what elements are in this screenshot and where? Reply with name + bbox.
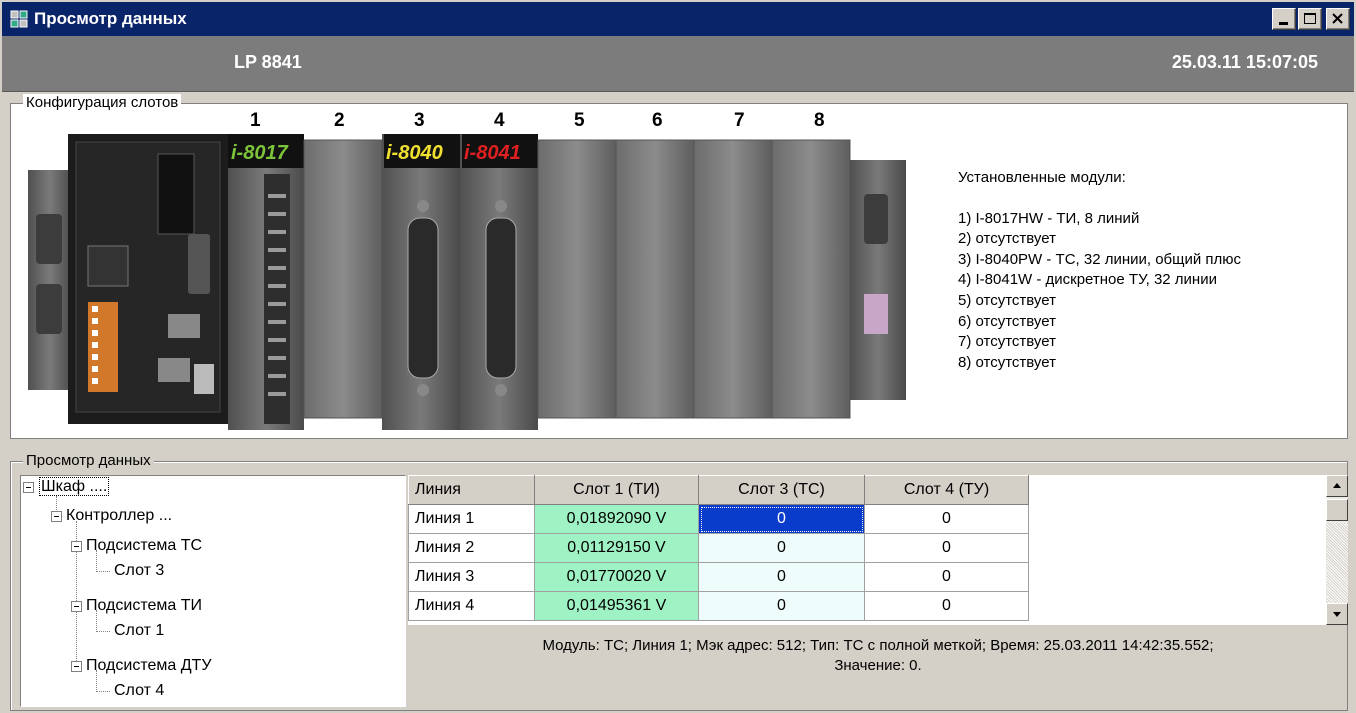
slot4-value-cell[interactable]: 0	[864, 504, 1029, 534]
subsystem-ti-collapse-icon[interactable]	[71, 601, 82, 612]
slot-number-8: 8	[814, 110, 825, 131]
tree-item-subsystem-ti[interactable]: Подсистема ТИ	[85, 597, 203, 615]
line-name-cell[interactable]: Линия 1	[408, 504, 535, 534]
controller-collapse-icon[interactable]	[51, 511, 62, 522]
grid-vertical-scrollbar[interactable]	[1326, 475, 1348, 625]
grid-header-row: Линия Слот 1 (ТИ) Слот 3 (ТС) Слот 4 (ТУ…	[408, 475, 1029, 505]
slot-number-2: 2	[334, 110, 345, 131]
slot-number-6: 6	[652, 110, 663, 131]
table-row: Линия 4 0,01495361 V 0 0	[408, 591, 1029, 621]
slot-number-3: 3	[414, 110, 425, 131]
installed-module-item: 1) I-8017HW - ТИ, 8 линий	[958, 209, 1140, 227]
current-datetime: 25.03.11 15:07:05	[1171, 52, 1318, 72]
line-name-cell[interactable]: Линия 4	[408, 591, 535, 621]
close-button[interactable]	[1326, 8, 1350, 30]
data-grid[interactable]: Линия Слот 1 (ТИ) Слот 3 (ТС) Слот 4 (ТУ…	[408, 475, 1029, 621]
slot-number-7: 7	[734, 110, 745, 131]
scroll-track[interactable]	[1326, 523, 1348, 603]
data-view-legend: Просмотр данных	[23, 452, 154, 469]
selected-item-details: Модуль: ТС; Линия 1; Мэк адрес: 512; Тип…	[408, 628, 1348, 708]
column-header-slot3[interactable]: Слот 3 (ТС)	[698, 475, 865, 505]
slot3-value-cell[interactable]: 0	[698, 562, 865, 592]
subsystem-tc-collapse-icon[interactable]	[71, 541, 82, 552]
tree-item-slot1[interactable]: Слот 1	[113, 622, 165, 640]
module-label-slot3: i-8040	[386, 142, 443, 164]
table-row: Линия 3 0,01770020 V 0 0	[408, 562, 1029, 592]
arrow-up-icon	[1333, 483, 1341, 488]
slot-number-5: 5	[574, 110, 585, 131]
window-title: Просмотр данных	[34, 9, 187, 28]
close-icon	[1332, 13, 1343, 24]
slot1-value-cell[interactable]: 0,01129150 V	[534, 533, 699, 563]
slot1-value-cell[interactable]: 0,01770020 V	[534, 562, 699, 592]
device-header: LP 8841 25.03.11 15:07:05	[2, 36, 1354, 92]
line-name-cell[interactable]: Линия 3	[408, 562, 535, 592]
installed-module-item: 6) отсутствует	[958, 312, 1056, 330]
data-grid-area: Линия Слот 1 (ТИ) Слот 3 (ТС) Слот 4 (ТУ…	[408, 475, 1348, 625]
scroll-down-button[interactable]	[1326, 603, 1348, 625]
slot4-value-cell[interactable]: 0	[864, 533, 1029, 563]
installed-module-item: 8) отсутствует	[958, 353, 1056, 371]
controller-rack-image: i-8017 i-8040 i-8041	[28, 134, 906, 430]
tree-item-slot3[interactable]: Слот 3	[113, 562, 165, 580]
tree-item-controller[interactable]: Контроллер ...	[65, 507, 173, 525]
slot-configuration-legend: Конфигурация слотов	[23, 94, 182, 111]
details-line-2: Значение: 0.	[834, 657, 922, 674]
maximize-button[interactable]	[1298, 8, 1322, 30]
line-name-cell[interactable]: Линия 2	[408, 533, 535, 563]
installed-modules-list: Установленные модули: 1) I-8017HW - ТИ, …	[958, 168, 1241, 373]
table-row: Линия 1 0,01892090 V 0 0	[408, 504, 1029, 534]
slot3-value-cell[interactable]: 0	[698, 504, 865, 534]
tree-item-subsystem-dtu[interactable]: Подсистема ДТУ	[85, 657, 212, 675]
tree-item-slot4[interactable]: Слот 4	[113, 682, 165, 700]
installed-module-item: 2) отсутствует	[958, 230, 1056, 248]
slot4-value-cell[interactable]: 0	[864, 591, 1029, 621]
slot3-value-cell[interactable]: 0	[698, 591, 865, 621]
installed-module-item: 7) отсутствует	[958, 333, 1056, 351]
column-header-slot4[interactable]: Слот 4 (ТУ)	[864, 475, 1029, 505]
slot1-value-cell[interactable]: 0,01892090 V	[534, 504, 699, 534]
scroll-thumb[interactable]	[1326, 499, 1348, 521]
app-icon	[10, 10, 28, 28]
device-tree[interactable]: Шкаф .... Контроллер ... Подсистема ТС С…	[20, 475, 406, 707]
slot-number-1: 1	[250, 110, 261, 131]
tree-item-subsystem-tc[interactable]: Подсистема ТС	[85, 537, 203, 555]
installed-module-item: 3) I-8040PW - ТС, 32 линии, общий плюс	[958, 250, 1242, 268]
arrow-down-icon	[1333, 612, 1341, 617]
installed-module-item: 5) отсутствует	[958, 291, 1056, 309]
root-collapse-icon[interactable]	[23, 482, 34, 493]
module-label-slot4: i-8041	[464, 142, 521, 164]
installed-module-item: 4) I-8041W - дискретное ТУ, 32 линии	[958, 271, 1217, 289]
tree-item-cabinet[interactable]: Шкаф ....	[39, 477, 110, 496]
device-name: LP 8841	[234, 52, 302, 72]
window-title-bar[interactable]: Просмотр данных	[0, 0, 1356, 36]
minimize-icon	[1279, 22, 1288, 25]
module-label-slot1: i-8017	[231, 142, 289, 164]
minimize-button[interactable]	[1272, 8, 1296, 30]
subsystem-dtu-collapse-icon[interactable]	[71, 661, 82, 672]
slot1-value-cell[interactable]: 0,01495361 V	[534, 591, 699, 621]
maximize-icon	[1304, 13, 1316, 24]
slot-number-4: 4	[494, 110, 505, 131]
slot3-value-cell[interactable]: 0	[698, 533, 865, 563]
installed-modules-heading: Установленные модули:	[958, 169, 1126, 186]
slot4-value-cell[interactable]: 0	[864, 562, 1029, 592]
details-line-1: Модуль: ТС; Линия 1; Мэк адрес: 512; Тип…	[542, 637, 1214, 654]
column-header-line[interactable]: Линия	[408, 475, 535, 505]
table-row: Линия 2 0,01129150 V 0 0	[408, 533, 1029, 563]
scroll-up-button[interactable]	[1326, 475, 1348, 497]
column-header-slot1[interactable]: Слот 1 (ТИ)	[534, 475, 699, 505]
